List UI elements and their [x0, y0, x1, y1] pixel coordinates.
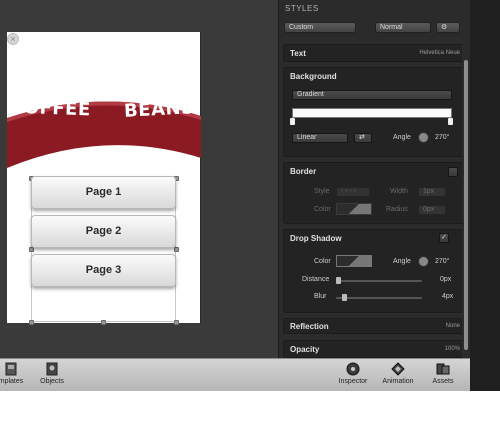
- shadow-angle-value: 270°: [435, 258, 450, 265]
- banner-text-beans: BEANS: [123, 97, 195, 122]
- inspector-scrollbar[interactable]: [462, 0, 470, 358]
- page-1-button[interactable]: Page 1: [31, 176, 176, 209]
- inspector-button[interactable]: Inspector: [334, 362, 372, 385]
- shadow-color-well[interactable]: [336, 255, 372, 267]
- reflection-section-label: Reflection: [290, 322, 329, 331]
- window-edge: [470, 0, 500, 391]
- shadow-blur-value: 4px: [442, 293, 454, 300]
- opacity-section-label: Opacity: [290, 345, 320, 354]
- text-style-select[interactable]: Normal: [375, 22, 431, 33]
- gradient-type-select[interactable]: Linear: [292, 133, 348, 143]
- templates-button[interactable]: mplates: [0, 362, 24, 385]
- text-section-label: Text: [290, 49, 306, 58]
- style-preset-select[interactable]: Custom: [284, 22, 356, 33]
- objects-button[interactable]: Objects: [36, 362, 68, 385]
- border-radius-field[interactable]: 0px: [418, 205, 446, 215]
- bg-angle-knob[interactable]: [418, 132, 429, 143]
- background-section-label: Background: [290, 72, 337, 81]
- bg-angle-label: Angle: [393, 134, 411, 141]
- selection-handle-mr[interactable]: [174, 247, 179, 252]
- border-width-label: Width: [390, 188, 408, 195]
- templates-label: mplates: [0, 378, 24, 385]
- border-style-select[interactable]: - - - -: [336, 187, 370, 197]
- swap-colors-button[interactable]: ⇄: [354, 133, 372, 143]
- gradient-stop-left[interactable]: [290, 118, 295, 125]
- shadow-angle-knob[interactable]: [418, 256, 429, 267]
- objects-label: Objects: [40, 378, 64, 385]
- inspector-label: Inspector: [338, 378, 368, 385]
- reflection-section[interactable]: Reflection None: [283, 318, 467, 334]
- background-section: Background Gradient Linear ⇄ Angle 270°: [283, 67, 467, 157]
- drop-shadow-checkbox[interactable]: ✓: [439, 233, 449, 243]
- assets-icon: [436, 363, 450, 375]
- reflection-value[interactable]: None: [446, 323, 460, 329]
- animation-button[interactable]: Animation: [378, 362, 418, 385]
- gear-icon[interactable]: ⚙: [436, 22, 460, 33]
- banner-text-coffee: COFFEE: [9, 96, 92, 121]
- page-3-button[interactable]: Page 3: [31, 254, 176, 287]
- border-style-label: Style: [314, 188, 330, 195]
- shadow-distance-thumb[interactable]: [336, 277, 341, 284]
- selection-handle-bm[interactable]: [101, 320, 106, 325]
- opacity-section[interactable]: Opacity 100%: [283, 340, 467, 358]
- shadow-distance-slider[interactable]: [336, 280, 422, 282]
- bg-angle-value: 270°: [435, 134, 450, 141]
- selection-handle-br[interactable]: [174, 320, 179, 325]
- fill-type-select[interactable]: Gradient: [292, 90, 452, 100]
- shadow-blur-thumb[interactable]: [342, 294, 347, 301]
- page-artboard[interactable]: × COFFEE BEANS Page 1 Page 2 Page 3: [7, 32, 201, 325]
- border-color-label: Color: [314, 206, 331, 213]
- shadow-angle-label: Angle: [393, 258, 411, 265]
- border-width-field[interactable]: 1px: [418, 187, 446, 197]
- inspector-icon: [346, 362, 360, 376]
- selection-handle-bl[interactable]: [29, 320, 34, 325]
- text-section[interactable]: Text Helvetica Neue: [283, 44, 467, 62]
- animation-icon: [391, 362, 405, 376]
- gradient-stop-right[interactable]: [448, 118, 453, 125]
- border-color-well[interactable]: [336, 203, 372, 215]
- objects-icon: [46, 362, 58, 376]
- assets-button[interactable]: Assets: [428, 362, 458, 385]
- bottom-toolbar: mplates Objects Inspector Animation Asse…: [0, 358, 470, 391]
- close-icon[interactable]: ×: [7, 33, 19, 45]
- templates-icon: [5, 362, 17, 376]
- drop-shadow-section: Drop Shadow ✓ Color Angle 270° Distance …: [283, 229, 467, 313]
- drop-shadow-section-label: Drop Shadow: [290, 234, 342, 243]
- border-section-label: Border: [290, 167, 317, 176]
- shadow-distance-label: Distance: [302, 276, 330, 283]
- page-2-button[interactable]: Page 2: [31, 215, 176, 248]
- border-enable-checkbox[interactable]: [448, 167, 458, 177]
- design-canvas[interactable]: × COFFEE BEANS Page 1 Page 2 Page 3: [0, 0, 278, 358]
- shadow-color-label: Color: [314, 258, 331, 265]
- border-section: Border Style - - - - Width 1px Color Rad…: [283, 162, 467, 224]
- inspector-scroll-thumb[interactable]: [464, 60, 468, 350]
- border-radius-label: Radius: [386, 206, 408, 213]
- text-font-value[interactable]: Helvetica Neue: [419, 50, 460, 56]
- shadow-distance-value: 0px: [440, 276, 452, 283]
- opacity-value[interactable]: 100%: [445, 346, 460, 352]
- shadow-blur-slider[interactable]: [336, 297, 422, 299]
- coffee-beans-banner: [7, 101, 201, 168]
- animation-label: Animation: [382, 378, 414, 385]
- styles-inspector: STYLES Custom Normal ⚙ Text Helvetica Ne…: [278, 0, 470, 358]
- shadow-blur-label: Blur: [314, 293, 327, 300]
- gradient-bar[interactable]: [292, 108, 452, 118]
- assets-label: Assets: [432, 378, 454, 385]
- styles-title: STYLES: [285, 4, 319, 13]
